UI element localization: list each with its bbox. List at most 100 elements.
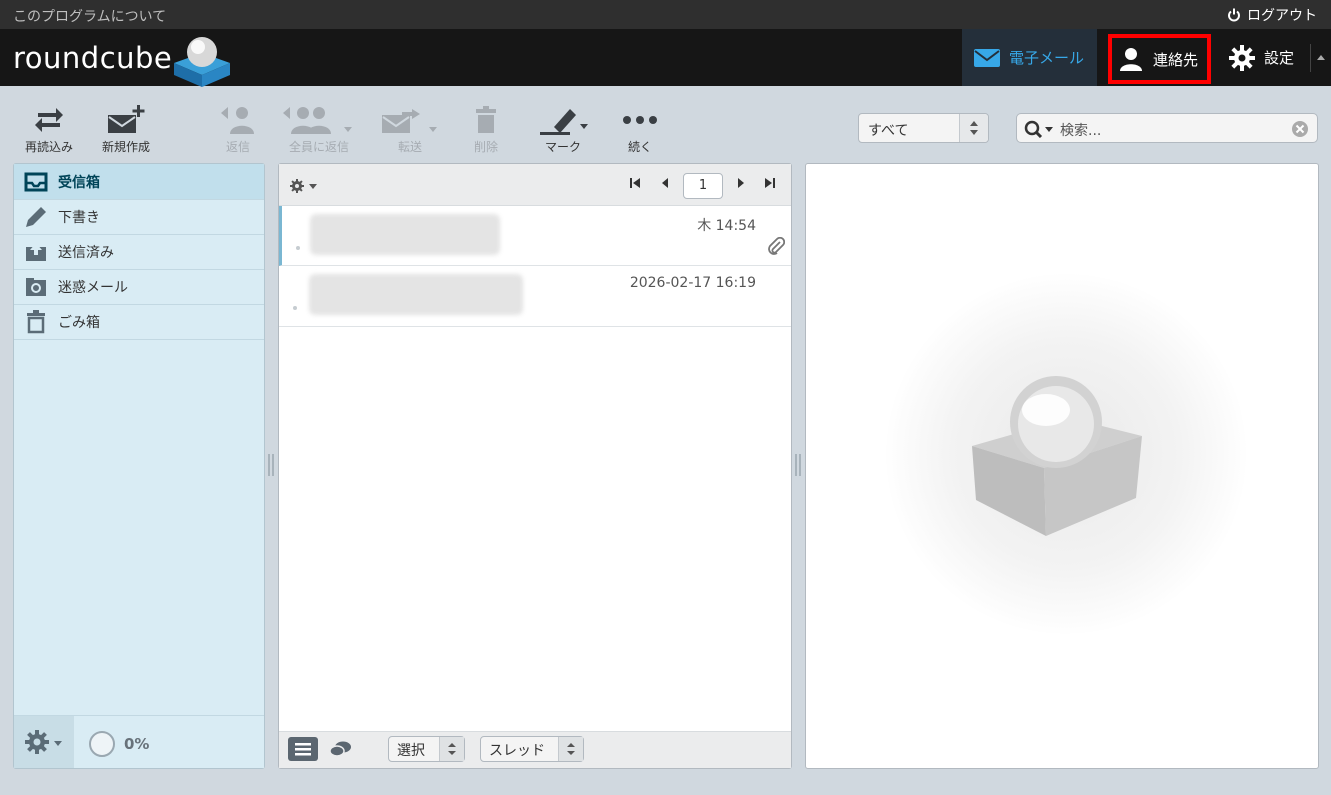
more-label: 続く <box>627 140 652 154</box>
previous-page-icon[interactable] <box>659 177 671 189</box>
last-page-icon[interactable] <box>764 177 776 189</box>
message-list-header: 1 <box>279 164 791 206</box>
forward-label: 転送 <box>397 140 422 154</box>
compose-button[interactable]: 新規作成 <box>98 104 154 155</box>
reload-label: 再読込み <box>24 140 73 154</box>
folder-sent[interactable]: 送信済み <box>14 234 264 270</box>
quota-pie-icon <box>89 731 115 757</box>
search-box[interactable]: 検索... <box>1016 113 1318 143</box>
preview-splitter[interactable] <box>795 454 801 476</box>
search-input[interactable]: 検索... <box>1060 120 1101 140</box>
reply-all-icon <box>283 107 352 134</box>
logout-button[interactable]: ログアウト <box>1227 5 1317 25</box>
quota-value: 0% <box>124 735 150 753</box>
filter-value: すべて <box>868 123 909 139</box>
filter-select[interactable]: すべて <box>858 113 989 143</box>
trash-icon <box>27 309 45 333</box>
select-menu-label: 選択 <box>397 743 425 759</box>
logo[interactable]: roundcube <box>13 41 172 75</box>
reply-all-button[interactable]: 全員に返信 <box>280 104 358 155</box>
folder-label: ごみ箱 <box>58 314 100 331</box>
gear-icon <box>1229 44 1255 71</box>
mark-button[interactable]: マーク <box>534 104 592 155</box>
nav-mail[interactable]: 電子メール <box>962 29 1097 86</box>
trash-icon <box>476 106 496 133</box>
reply-icon <box>221 107 254 134</box>
folder-junk[interactable]: 迷惑メール <box>14 269 264 305</box>
nav-settings-label: 設定 <box>1264 49 1295 67</box>
nav-mail-label: 電子メール <box>1009 49 1085 67</box>
message-date: 2026-02-17 16:19 <box>629 275 756 291</box>
attachment-paperclip-icon <box>768 237 785 255</box>
page-number-input[interactable]: 1 <box>683 173 723 199</box>
message-list: 1 木 14:54 2026-02-17 16:19 選択 スレッド <box>278 163 792 769</box>
list-options-gear-icon[interactable] <box>289 178 321 194</box>
folder-list: 受信箱 下書き 送信済み 迷惑メール ごみ箱 0% <box>13 163 265 769</box>
toolbar: 再読込み 新規作成 返信 全員に返信 転送 削除 マーク 続く すべて 検索..… <box>0 86 1331 163</box>
next-page-icon[interactable] <box>735 177 747 189</box>
first-page-icon[interactable] <box>629 177 641 189</box>
message-list-footer: 選択 スレッド <box>279 731 791 768</box>
about-link[interactable]: このプログラムについて <box>13 6 166 26</box>
message-date: 木 14:54 <box>697 218 756 234</box>
quota-indicator: 0% <box>88 730 149 758</box>
folder-label: 下書き <box>58 209 100 226</box>
filter-arrow <box>959 114 988 142</box>
forward-button[interactable]: 転送 <box>378 104 442 155</box>
delete-button[interactable]: 削除 <box>464 104 508 155</box>
reply-button[interactable]: 返信 <box>212 104 264 155</box>
mark-label: マーク <box>544 140 581 154</box>
message-status-dot[interactable] <box>293 306 297 310</box>
pencil-icon <box>26 206 46 227</box>
sent-icon <box>26 242 46 261</box>
nav-contacts[interactable]: 連絡先 <box>1108 34 1211 84</box>
nav-contacts-label: 連絡先 <box>1153 50 1199 69</box>
delete-label: 削除 <box>473 140 498 154</box>
folder-label: 送信済み <box>58 244 114 261</box>
collapse-header-button[interactable] <box>1310 44 1331 72</box>
message-status-dot[interactable] <box>296 246 300 250</box>
folder-label: 迷惑メール <box>58 279 128 296</box>
header: roundcube 電子メール 連絡先 設定 <box>0 29 1331 87</box>
power-icon <box>1228 8 1240 22</box>
message-sender-subject-blurred <box>310 214 500 255</box>
select-menu[interactable]: 選択 <box>388 736 465 762</box>
junk-icon <box>26 277 46 296</box>
folder-label: 受信箱 <box>58 174 100 191</box>
roundcube-watermark-icon <box>972 376 1142 536</box>
forward-icon <box>382 109 437 133</box>
message-preview <box>805 163 1319 769</box>
envelope-icon <box>974 48 1000 67</box>
topline: このプログラムについて ログアウト <box>0 0 1331 29</box>
more-dots-icon <box>623 116 657 124</box>
message-row[interactable]: 木 14:54 <box>279 206 791 266</box>
clear-search-icon[interactable] <box>1291 120 1309 138</box>
caret-up-icon <box>1317 55 1325 60</box>
message-row[interactable]: 2026-02-17 16:19 <box>279 266 791 327</box>
logout-label: ログアウト <box>1247 8 1317 24</box>
updown-arrow-icon <box>970 121 978 135</box>
gear-icon <box>25 730 62 754</box>
message-sender-subject-blurred <box>309 274 523 315</box>
folder-inbox[interactable]: 受信箱 <box>14 164 264 200</box>
reply-label: 返信 <box>225 140 250 154</box>
reload-button[interactable]: 再読込み <box>22 104 76 155</box>
updown-arrow-icon <box>448 743 456 755</box>
marker-icon <box>540 109 588 135</box>
search-icon <box>1024 120 1053 138</box>
thread-view-icon[interactable] <box>329 740 353 758</box>
folder-actions-button[interactable] <box>14 716 74 768</box>
more-button[interactable]: 続く <box>616 104 664 155</box>
folder-trash[interactable]: ごみ箱 <box>14 304 264 340</box>
compose-label: 新規作成 <box>101 140 150 154</box>
folder-list-footer: 0% <box>14 715 264 768</box>
threads-menu-label: スレッド <box>489 743 545 759</box>
threads-menu[interactable]: スレッド <box>480 736 584 762</box>
nav-settings[interactable]: 設定 <box>1226 29 1310 86</box>
roundcube-logo-icon <box>174 37 230 87</box>
compose-envelope-icon <box>108 105 145 133</box>
folder-drafts[interactable]: 下書き <box>14 199 264 235</box>
folder-splitter[interactable] <box>268 454 274 476</box>
list-view-icon[interactable] <box>288 737 318 761</box>
refresh-arrows-icon <box>35 108 63 132</box>
